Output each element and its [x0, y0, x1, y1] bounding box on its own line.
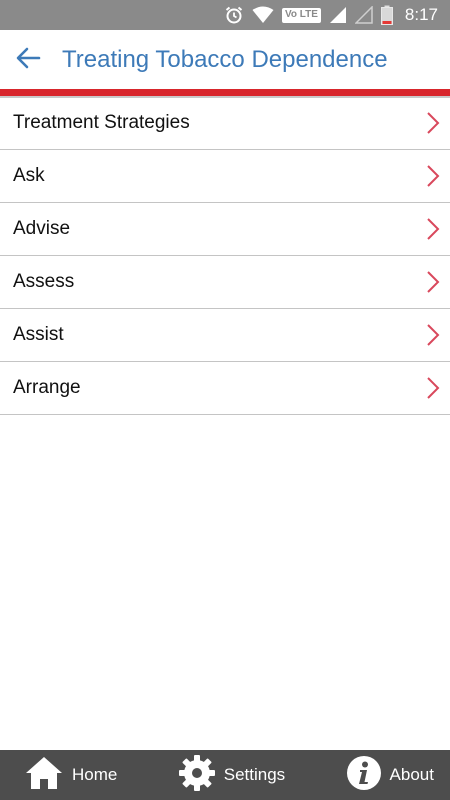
home-label: Home — [72, 765, 118, 784]
volte-icon: Vo LTE — [281, 7, 321, 23]
chevron-right-icon — [426, 376, 440, 400]
home-icon — [24, 755, 64, 796]
menu-item-label: Treatment Strategies — [13, 112, 190, 133]
chevron-right-icon — [426, 270, 440, 294]
alarm-icon — [224, 5, 244, 25]
battery-low-icon — [380, 5, 393, 25]
page-title: Treating Tobacco Dependence — [62, 46, 388, 73]
status-bar: Vo LTE 8:17 — [0, 0, 450, 30]
menu-item-label: Arrange — [13, 377, 81, 398]
menu-item-assist[interactable]: Assist — [0, 309, 450, 362]
menu-item-treatment-strategies[interactable]: Treatment Strategies — [0, 97, 450, 150]
settings-button[interactable]: Settings — [178, 754, 285, 797]
signal-empty-icon — [354, 6, 373, 24]
wifi-icon — [252, 6, 274, 24]
menu-item-ask[interactable]: Ask — [0, 150, 450, 203]
menu-item-assess[interactable]: Assess — [0, 256, 450, 309]
back-button[interactable] — [0, 30, 56, 90]
chevron-right-icon — [426, 164, 440, 188]
arrow-left-icon — [15, 47, 41, 74]
menu-item-label: Advise — [13, 218, 71, 239]
info-icon — [346, 755, 382, 796]
menu-list: Treatment Strategies Ask Advise Assess A… — [0, 97, 450, 415]
settings-label: Settings — [223, 765, 286, 784]
about-button[interactable]: About — [346, 755, 434, 796]
accent-divider — [0, 89, 450, 98]
bottom-nav: Home Settings About — [0, 750, 450, 800]
menu-item-arrange[interactable]: Arrange — [0, 362, 450, 415]
app-bar: Treating Tobacco Dependence — [0, 30, 450, 90]
menu-item-advise[interactable]: Advise — [0, 203, 450, 256]
chevron-right-icon — [426, 111, 440, 135]
menu-item-label: Assist — [13, 324, 64, 345]
menu-item-label: Ask — [13, 165, 45, 186]
gear-icon — [178, 754, 216, 797]
menu-item-label: Assess — [13, 271, 75, 292]
status-time: 8:17 — [404, 5, 438, 24]
about-label: About — [389, 765, 434, 784]
chevron-right-icon — [426, 323, 440, 347]
home-button[interactable]: Home — [24, 755, 117, 796]
chevron-right-icon — [426, 217, 440, 241]
signal-icon — [329, 6, 347, 24]
